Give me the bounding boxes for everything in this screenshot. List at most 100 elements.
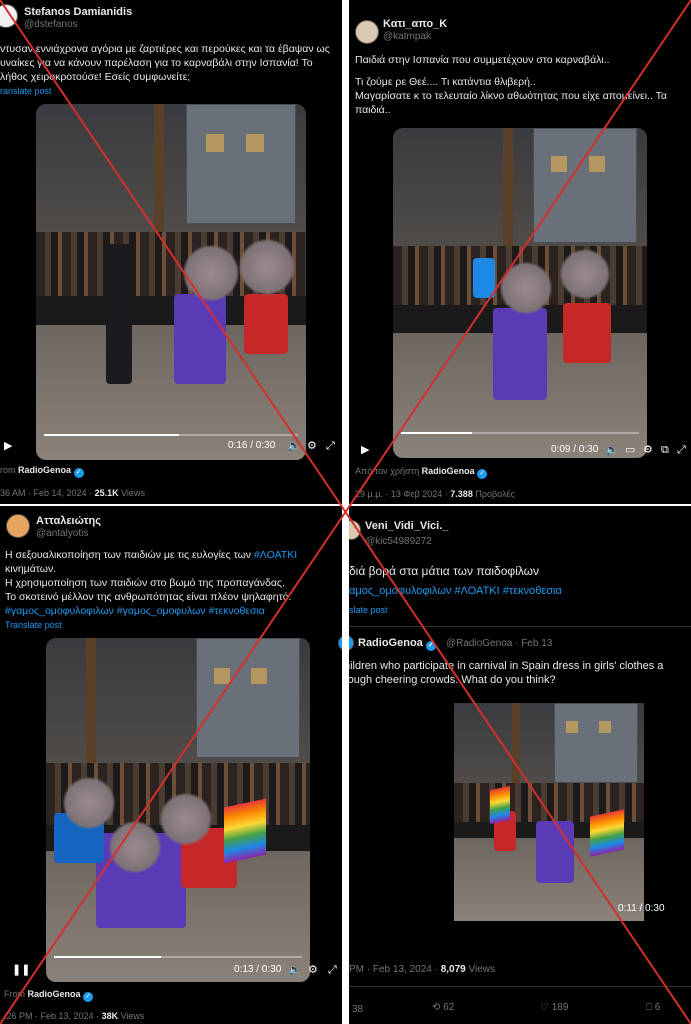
video-player[interactable] [393,128,647,458]
panel-divider [342,0,349,1024]
source-account-link[interactable]: RadioGenoa [422,466,475,476]
post-text: ντυσαν εννιάχρονα αγόρια με ζαρτιέρες κα… [0,42,342,84]
verified-icon: ✓ [425,641,436,651]
translate-post-link[interactable]: slate post [349,605,388,615]
source-account-link[interactable]: RadioGenoa [18,465,71,475]
window [551,156,567,172]
post-text-line: παιδιά.. [355,104,391,116]
video-timecode: 0:16 / 0:30 [228,440,276,451]
quoted-text-line: hildren who participate in carnival in S… [344,660,664,672]
repost-button[interactable]: ⟲ 62 [432,1002,454,1013]
settings-icon[interactable]: ⚙ [643,444,653,456]
video-progress-fill [44,434,179,436]
bookmark-count: 6 [654,1002,661,1013]
post-date[interactable]: 29 μ.μ. · 13 Φεβ 2024 · [355,489,450,499]
play-icon[interactable]: ▶ [4,440,12,452]
pip-icon[interactable]: ⧉ [661,444,669,456]
volume-icon[interactable]: 🔈 [288,964,302,976]
post-panel-3: Ατταλειώτης @antalyotis Η σεξουαλικοποίη… [0,506,342,1024]
source-attribution: From RadioGenoa ✓ [4,989,94,1002]
costumed-child [563,303,611,363]
view-label: Views [118,1011,145,1021]
post-text-line: ντυσαν εννιάχρονα αγόρια με ζαρτιέρες κα… [0,43,330,55]
post-text-line: κινημάτων. [5,563,57,575]
window [599,721,611,733]
source-attribution: Από τον χρήστη RadioGenoa ✓ [355,466,488,479]
person [106,244,132,384]
building [554,703,638,783]
hashtag-link[interactable]: #ΛΟΑΤΚΙ [254,549,297,561]
hashtag-links[interactable]: #γαμος_ομοφυλοφιλων #γαμος_ομοφυλων #τεκ… [5,604,340,618]
author-handle[interactable]: @kic54989272 [365,536,432,547]
play-icon[interactable]: ▶ [361,444,369,456]
bookmark-icon: ⎕ [646,1002,652,1013]
source-prefix: Από τον χρήστη [355,466,420,476]
post-date[interactable]: :26 PM · Feb 13, 2024 · [4,1011,102,1021]
post-text: διά βορά στα μάτια των παιδοφίλων [349,564,540,578]
blurred-face [561,250,609,298]
reply-count[interactable]: 38 [352,1004,363,1015]
post-text-line: Παιδιά στην Ισπανία που συμμετέχουν στο … [355,54,610,66]
video-player[interactable] [36,104,306,460]
captions-icon[interactable]: ▭ [625,444,635,456]
post-panel-1: Stefanos Damianidis @dstefanos ντυσαν εν… [0,0,342,504]
window [214,668,230,684]
rainbow-flag [490,785,510,825]
video-player[interactable] [46,638,310,982]
like-count: 189 [551,1002,569,1013]
post-text-line: λήθος χειροκροτούσε! Εσείς συμφωνείτε; [0,71,191,83]
translate-post-link[interactable]: Translate post [5,620,62,630]
fullscreen-icon[interactable]: ⤢ [677,444,686,456]
quoted-author-name[interactable]: RadioGenoa ✓ [358,637,436,651]
avatar[interactable] [355,20,379,44]
building [186,104,296,224]
author-name[interactable]: Ατταλειώτης [36,515,101,527]
volume-icon[interactable]: 🔈 [287,440,301,452]
author-handle[interactable]: @antalyotis [36,528,88,539]
post-date[interactable]: PM · Feb 13, 2024 · [349,964,441,975]
view-count: 38K [101,1011,119,1021]
hashtag-links[interactable]: αμος_ομοφυλοφιλων #ΛΟΑΤΚΙ #τεκνοθεσια [349,584,562,598]
author-name[interactable]: Stefanos Damianidis [24,6,132,18]
source-prefix: rom [0,465,16,475]
settings-icon[interactable]: ⚙ [307,440,317,452]
bookmark-button[interactable]: ⎕ 6 [646,1002,660,1013]
video-player[interactable] [454,703,644,921]
post-date[interactable]: 36 AM · Feb 14, 2024 · [0,488,95,498]
author-name[interactable]: Κατι_απο_Κ [383,18,447,30]
like-button[interactable]: ♡ 189 [540,1002,568,1013]
author-handle[interactable]: @katmpak [383,31,431,42]
translate-post-link[interactable]: ranslate post [0,86,52,96]
avatar[interactable] [0,4,18,28]
post-meta: 29 μ.μ. · 13 Φεβ 2024 · 7.388 Προβολές [355,489,515,499]
video-timecode: 0:11 / 0:30 [618,903,665,914]
video-progress-bar[interactable] [54,956,302,958]
quoted-handle-date[interactable]: @RadioGenoa · Feb 13 [446,638,552,649]
palm-tree [512,703,520,793]
video-progress-bar[interactable] [401,432,639,434]
author-name[interactable]: Veni_Vidi_Vici._ [365,520,448,532]
post-text-line: Η σεξουαλικοποίηση των παιδιών με τις ευ… [5,548,340,562]
quoted-post[interactable]: RadioGenoa ✓ @RadioGenoa · Feb 13 hildre… [338,626,691,924]
blurred-face [501,263,551,313]
avatar[interactable] [6,514,30,538]
source-attribution: rom RadioGenoa ✓ [0,465,84,478]
post-text-line [355,67,685,75]
fullscreen-icon[interactable]: ⤢ [326,440,335,452]
divider [349,986,691,987]
heart-icon: ♡ [540,1002,549,1013]
source-account-link[interactable]: RadioGenoa [28,989,81,999]
view-label: Views [118,488,145,498]
view-count: 7.388 [450,489,473,499]
volume-icon[interactable]: 🔈 [605,444,619,456]
view-label: Views [465,964,496,975]
fullscreen-icon[interactable]: ⤢ [328,964,337,976]
post-text: Παιδιά στην Ισπανία που συμμετέχουν στο … [355,53,685,117]
author-handle[interactable]: @dstefanos [24,19,78,30]
pause-icon[interactable]: ❚❚ [12,964,30,976]
avatar[interactable] [349,520,361,540]
settings-icon[interactable]: ⚙ [308,964,318,976]
post-text-line: Τι ζούμε ρε Θεέ.... Τι κατάντια θλιβερή.… [355,76,536,88]
video-progress-bar[interactable] [44,434,298,436]
source-prefix: From [4,989,25,999]
